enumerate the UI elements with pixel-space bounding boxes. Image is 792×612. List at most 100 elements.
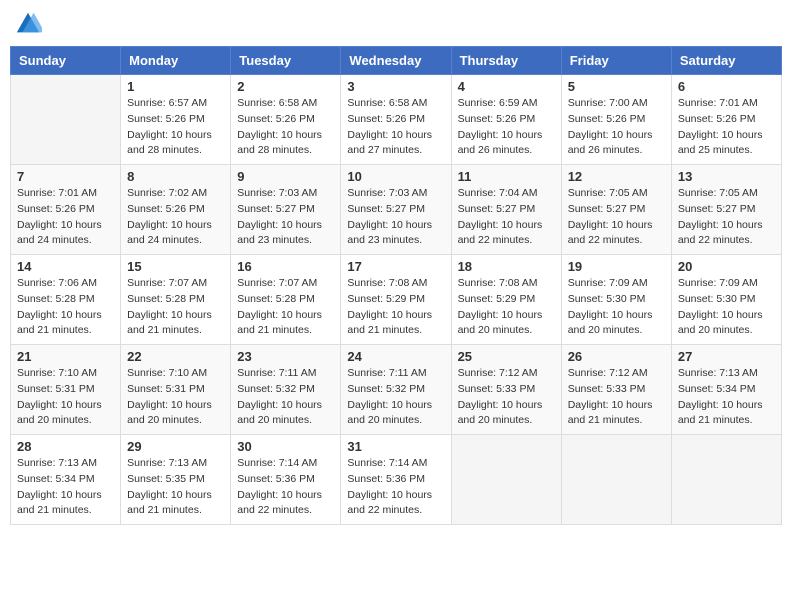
day-number: 6 — [678, 79, 775, 94]
day-number: 21 — [17, 349, 114, 364]
day-info: Sunrise: 7:13 AM Sunset: 5:34 PM Dayligh… — [678, 366, 775, 429]
day-number: 30 — [237, 439, 334, 454]
week-row-2: 14Sunrise: 7:06 AM Sunset: 5:28 PM Dayli… — [11, 255, 782, 345]
day-number: 7 — [17, 169, 114, 184]
day-info: Sunrise: 7:11 AM Sunset: 5:32 PM Dayligh… — [237, 366, 334, 429]
day-number: 8 — [127, 169, 224, 184]
day-info: Sunrise: 7:05 AM Sunset: 5:27 PM Dayligh… — [678, 186, 775, 249]
header-day-friday: Friday — [561, 47, 671, 75]
calendar-cell — [671, 435, 781, 525]
header-day-sunday: Sunday — [11, 47, 121, 75]
day-info: Sunrise: 7:12 AM Sunset: 5:33 PM Dayligh… — [568, 366, 665, 429]
day-number: 31 — [347, 439, 444, 454]
week-row-4: 28 Sunrise: 7:13 AM Sunset: 5:34 PM Dayli… — [11, 435, 782, 525]
day-info: Sunrise: 7:08 AM Sunset: 5:29 PM Dayligh… — [458, 276, 555, 339]
calendar-header — [10, 10, 782, 38]
logo — [14, 10, 46, 38]
day-info: Sunrise: 6:58 AM Sunset: 5:26 PM Dayligh… — [237, 96, 334, 159]
day-info: Sunrise: 7:13 AM Sunset: 5:34 PM Dayligh… — [17, 456, 114, 519]
day-info: Sunrise: 6:58 AM Sunset: 5:26 PM Dayligh… — [347, 96, 444, 159]
header-day-saturday: Saturday — [671, 47, 781, 75]
day-info: Sunrise: 7:14 AM Sunset: 5:36 PM Dayligh… — [237, 456, 334, 519]
calendar-cell: 22 Sunrise: 7:10 AM Sunset: 5:31 PM Dayli… — [121, 345, 231, 435]
day-number: 22 — [127, 349, 224, 364]
day-number: 16 — [237, 259, 334, 274]
calendar-cell — [11, 75, 121, 165]
day-number: 26 — [568, 349, 665, 364]
calendar-cell: 3 Sunrise: 6:58 AM Sunset: 5:26 PM Daylig… — [341, 75, 451, 165]
header-day-thursday: Thursday — [451, 47, 561, 75]
day-number: 2 — [237, 79, 334, 94]
day-number: 29 — [127, 439, 224, 454]
day-number: 11 — [458, 169, 555, 184]
day-number: 4 — [458, 79, 555, 94]
calendar-cell: 18 Sunrise: 7:08 AM Sunset: 5:29 PM Dayli… — [451, 255, 561, 345]
calendar-cell: 9Sunrise: 7:03 AM Sunset: 5:27 PM Daylig… — [231, 165, 341, 255]
day-number: 13 — [678, 169, 775, 184]
calendar-cell: 20 Sunrise: 7:09 AM Sunset: 5:30 PM Dayli… — [671, 255, 781, 345]
calendar-cell: 2 Sunrise: 6:58 AM Sunset: 5:26 PM Daylig… — [231, 75, 341, 165]
day-info: Sunrise: 7:09 AM Sunset: 5:30 PM Dayligh… — [678, 276, 775, 339]
calendar-cell: 23 Sunrise: 7:11 AM Sunset: 5:32 PM Dayli… — [231, 345, 341, 435]
day-number: 19 — [568, 259, 665, 274]
calendar-cell: 30 Sunrise: 7:14 AM Sunset: 5:36 PM Dayli… — [231, 435, 341, 525]
calendar-cell — [561, 435, 671, 525]
day-info: Sunrise: 7:13 AM Sunset: 5:35 PM Dayligh… — [127, 456, 224, 519]
day-number: 23 — [237, 349, 334, 364]
day-info: Sunrise: 7:02 AM Sunset: 5:26 PM Dayligh… — [127, 186, 224, 249]
week-row-3: 21 Sunrise: 7:10 AM Sunset: 5:31 PM Dayli… — [11, 345, 782, 435]
day-info: Sunrise: 7:08 AM Sunset: 5:29 PM Dayligh… — [347, 276, 444, 339]
day-info: Sunrise: 6:57 AM Sunset: 5:26 PM Dayligh… — [127, 96, 224, 159]
calendar-cell: 7Sunrise: 7:01 AM Sunset: 5:26 PM Daylig… — [11, 165, 121, 255]
week-row-0: 1 Sunrise: 6:57 AM Sunset: 5:26 PM Daylig… — [11, 75, 782, 165]
header-day-tuesday: Tuesday — [231, 47, 341, 75]
calendar-cell: 26 Sunrise: 7:12 AM Sunset: 5:33 PM Dayli… — [561, 345, 671, 435]
calendar-cell: 5Sunrise: 7:00 AM Sunset: 5:26 PM Daylig… — [561, 75, 671, 165]
day-number: 14 — [17, 259, 114, 274]
day-number: 27 — [678, 349, 775, 364]
calendar-cell: 8 Sunrise: 7:02 AM Sunset: 5:26 PM Daylig… — [121, 165, 231, 255]
calendar-cell: 14Sunrise: 7:06 AM Sunset: 5:28 PM Dayli… — [11, 255, 121, 345]
calendar-header-row: SundayMondayTuesdayWednesdayThursdayFrid… — [11, 47, 782, 75]
day-info: Sunrise: 7:10 AM Sunset: 5:31 PM Dayligh… — [127, 366, 224, 429]
calendar-cell: 24Sunrise: 7:11 AM Sunset: 5:32 PM Dayli… — [341, 345, 451, 435]
day-number: 12 — [568, 169, 665, 184]
calendar-cell: 29 Sunrise: 7:13 AM Sunset: 5:35 PM Dayli… — [121, 435, 231, 525]
day-number: 20 — [678, 259, 775, 274]
day-number: 10 — [347, 169, 444, 184]
day-info: Sunrise: 7:12 AM Sunset: 5:33 PM Dayligh… — [458, 366, 555, 429]
day-number: 28 — [17, 439, 114, 454]
header-day-wednesday: Wednesday — [341, 47, 451, 75]
calendar-cell: 25 Sunrise: 7:12 AM Sunset: 5:33 PM Dayli… — [451, 345, 561, 435]
day-number: 9 — [237, 169, 334, 184]
day-number: 25 — [458, 349, 555, 364]
calendar-cell: 19 Sunrise: 7:09 AM Sunset: 5:30 PM Dayli… — [561, 255, 671, 345]
day-info: Sunrise: 7:03 AM Sunset: 5:27 PM Dayligh… — [347, 186, 444, 249]
calendar-cell: 15Sunrise: 7:07 AM Sunset: 5:28 PM Dayli… — [121, 255, 231, 345]
day-number: 1 — [127, 79, 224, 94]
day-number: 18 — [458, 259, 555, 274]
day-info: Sunrise: 7:09 AM Sunset: 5:30 PM Dayligh… — [568, 276, 665, 339]
calendar-cell: 6 Sunrise: 7:01 AM Sunset: 5:26 PM Daylig… — [671, 75, 781, 165]
day-number: 5 — [568, 79, 665, 94]
day-info: Sunrise: 7:01 AM Sunset: 5:26 PM Dayligh… — [678, 96, 775, 159]
day-info: Sunrise: 7:04 AM Sunset: 5:27 PM Dayligh… — [458, 186, 555, 249]
calendar-cell — [451, 435, 561, 525]
calendar-cell: 13 Sunrise: 7:05 AM Sunset: 5:27 PM Dayli… — [671, 165, 781, 255]
calendar-cell: 21Sunrise: 7:10 AM Sunset: 5:31 PM Dayli… — [11, 345, 121, 435]
day-info: Sunrise: 7:07 AM Sunset: 5:28 PM Dayligh… — [237, 276, 334, 339]
week-row-1: 7Sunrise: 7:01 AM Sunset: 5:26 PM Daylig… — [11, 165, 782, 255]
header-day-monday: Monday — [121, 47, 231, 75]
calendar-cell: 10 Sunrise: 7:03 AM Sunset: 5:27 PM Dayli… — [341, 165, 451, 255]
calendar-cell: 31Sunrise: 7:14 AM Sunset: 5:36 PM Dayli… — [341, 435, 451, 525]
day-info: Sunrise: 7:07 AM Sunset: 5:28 PM Dayligh… — [127, 276, 224, 339]
calendar-cell: 4Sunrise: 6:59 AM Sunset: 5:26 PM Daylig… — [451, 75, 561, 165]
calendar-cell: 28 Sunrise: 7:13 AM Sunset: 5:34 PM Dayli… — [11, 435, 121, 525]
day-number: 17 — [347, 259, 444, 274]
day-number: 24 — [347, 349, 444, 364]
day-number: 3 — [347, 79, 444, 94]
calendar-cell: 12 Sunrise: 7:05 AM Sunset: 5:27 PM Dayli… — [561, 165, 671, 255]
day-info: Sunrise: 7:05 AM Sunset: 5:27 PM Dayligh… — [568, 186, 665, 249]
logo-icon — [14, 10, 42, 38]
calendar-cell: 17 Sunrise: 7:08 AM Sunset: 5:29 PM Dayli… — [341, 255, 451, 345]
